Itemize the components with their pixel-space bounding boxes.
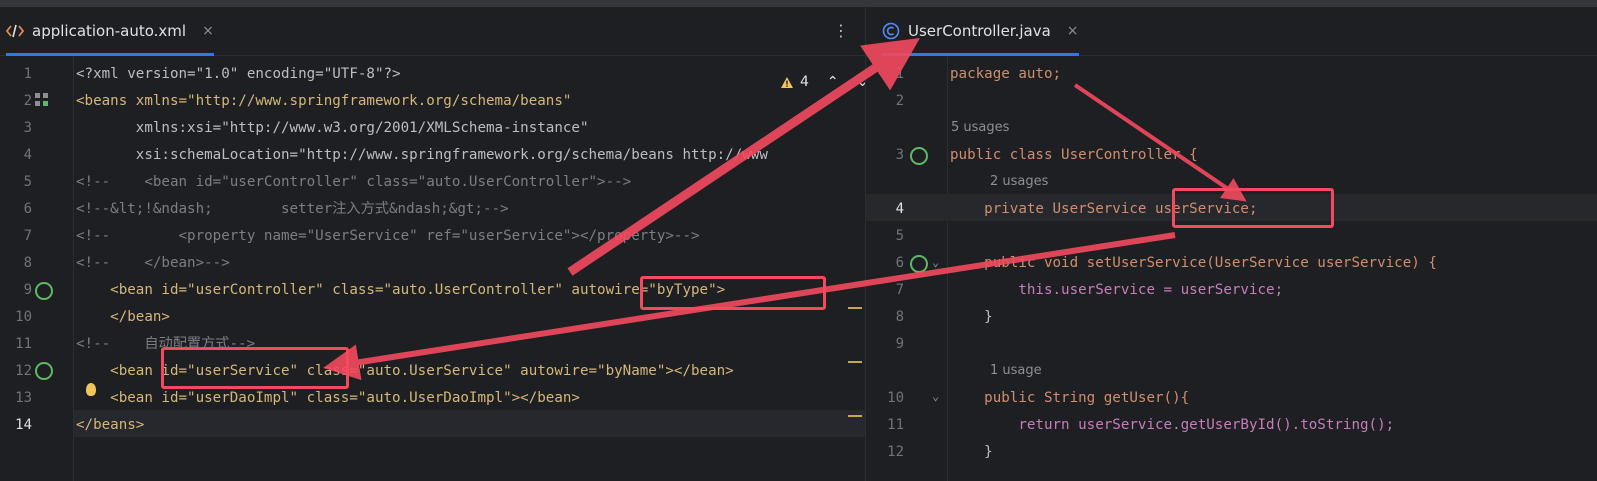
spring-bean-icon[interactable] (910, 255, 928, 273)
highlight-box-userservice-id (161, 347, 349, 389)
line-number[interactable]: 7 (872, 282, 904, 298)
highlight-box-userservice-field (1172, 188, 1334, 228)
line-number[interactable]: 5 (0, 174, 32, 190)
code-line[interactable]: xmlns:xsi="http://www.w3.org/2001/XMLSch… (76, 115, 589, 142)
warning-icon (781, 76, 793, 88)
code-line[interactable]: } (950, 439, 993, 466)
code-line[interactable]: package auto; (950, 61, 1061, 88)
chevron-down-icon[interactable]: ⌄ (857, 74, 865, 90)
line-number[interactable]: 6 (0, 201, 32, 217)
close-tab-icon[interactable]: × (202, 23, 214, 39)
line-number[interactable]: 3 (0, 120, 32, 136)
fold-icon[interactable]: ⌄ (932, 389, 939, 403)
tab-label: application-auto.xml (32, 22, 187, 40)
editor-pane-xml[interactable]: application-auto.xml × ⋮ 4 ⌃ ⌄ 1 <?xml ve… (0, 7, 865, 481)
warning-stripe[interactable] (848, 307, 862, 309)
line-number[interactable]: 14 (0, 417, 32, 433)
tab-usercontroller-java[interactable]: UserController.java × (882, 7, 1079, 56)
code-line[interactable]: </beans> (76, 412, 144, 439)
warning-count: 4 (800, 74, 809, 90)
line-number[interactable]: 9 (0, 282, 32, 298)
code-line[interactable]: public void setUserService(UserService u… (950, 250, 1437, 277)
line-number[interactable]: 13 (0, 390, 32, 406)
code-line[interactable]: public String getUser(){ (950, 385, 1189, 412)
line-number[interactable]: 10 (0, 309, 32, 325)
line-number[interactable]: 5 (872, 228, 904, 244)
chevron-up-icon[interactable]: ⌃ (827, 74, 839, 90)
intention-bulb-icon[interactable] (86, 383, 96, 396)
line-number[interactable]: 3 (872, 147, 904, 163)
line-number[interactable]: 12 (872, 444, 904, 460)
code-line[interactable]: <!-- <property name="UserService" ref="u… (76, 223, 700, 250)
line-number[interactable]: 11 (872, 417, 904, 433)
code-line[interactable]: this.userService = userService; (950, 277, 1283, 304)
spring-bean-icon[interactable] (35, 282, 53, 300)
window-top-strip (0, 0, 1597, 7)
editor-tabbar-left: application-auto.xml × ⋮ (0, 7, 865, 56)
line-number[interactable]: 12 (0, 363, 32, 379)
current-line-highlight (74, 410, 865, 437)
usages-hint[interactable]: 2 usages (990, 174, 1048, 189)
tab-label: UserController.java (908, 22, 1051, 40)
line-number[interactable]: 4 (872, 201, 904, 217)
line-number[interactable]: 9 (872, 336, 904, 352)
editor-tabbar-right: UserController.java × (866, 7, 1597, 56)
inspection-widget[interactable]: 4 ⌃ ⌄ (780, 74, 865, 90)
code-line[interactable]: <bean id="userController" class="auto.Us… (76, 277, 725, 304)
usages-hint[interactable]: 1 usage (990, 363, 1042, 378)
code-line[interactable]: <!-- <bean id="userController" class="au… (76, 169, 631, 196)
line-number[interactable]: 4 (0, 147, 32, 163)
warning-stripe[interactable] (848, 415, 862, 417)
java-class-icon (882, 22, 900, 40)
line-number[interactable]: 2 (872, 93, 904, 109)
code-line[interactable]: public class UserController { (950, 142, 1198, 169)
code-line[interactable]: <!--&lt;!&ndash; setter注入方式&ndash;&gt;--… (76, 196, 509, 223)
line-number[interactable]: 1 (872, 66, 904, 82)
line-number[interactable]: 2 (0, 93, 32, 109)
line-number[interactable]: 8 (872, 309, 904, 325)
highlight-box-autowire (640, 276, 826, 310)
tab-application-auto-xml[interactable]: application-auto.xml × (6, 7, 214, 56)
code-line[interactable]: <!-- </bean>--> (76, 250, 230, 277)
code-line[interactable]: <beans xmlns="http://www.springframework… (76, 88, 571, 115)
line-number[interactable]: 11 (0, 336, 32, 352)
fold-icon[interactable]: ⌄ (932, 255, 939, 269)
xml-file-icon (6, 24, 24, 38)
editor-pane-java[interactable]: UserController.java × 5 usages 2 usages … (866, 7, 1597, 481)
gutter-separator (947, 56, 948, 481)
line-number[interactable]: 1 (0, 66, 32, 82)
code-line[interactable]: return userService.getUserById().toStrin… (950, 412, 1394, 439)
close-tab-icon[interactable]: × (1067, 23, 1079, 39)
line-number[interactable]: 6 (872, 255, 904, 271)
more-options-icon[interactable]: ⋮ (833, 21, 849, 40)
warning-stripe[interactable] (848, 361, 862, 363)
spring-bean-icon[interactable] (910, 147, 928, 165)
line-number[interactable]: 7 (0, 228, 32, 244)
line-number[interactable]: 10 (872, 390, 904, 406)
code-line[interactable]: </bean> (76, 304, 170, 331)
code-line[interactable]: } (950, 304, 993, 331)
usages-hint[interactable]: 5 usages (951, 120, 1009, 135)
code-line[interactable]: <bean id="userDaoImpl" class="auto.UserD… (76, 385, 580, 412)
code-line[interactable]: <?xml version="1.0" encoding="UTF-8"?> (76, 61, 401, 88)
spring-bean-icon[interactable] (35, 362, 53, 380)
code-line[interactable]: xsi:schemaLocation="http://www.springfra… (76, 142, 768, 169)
line-number[interactable]: 8 (0, 255, 32, 271)
structure-icon[interactable] (35, 93, 49, 107)
